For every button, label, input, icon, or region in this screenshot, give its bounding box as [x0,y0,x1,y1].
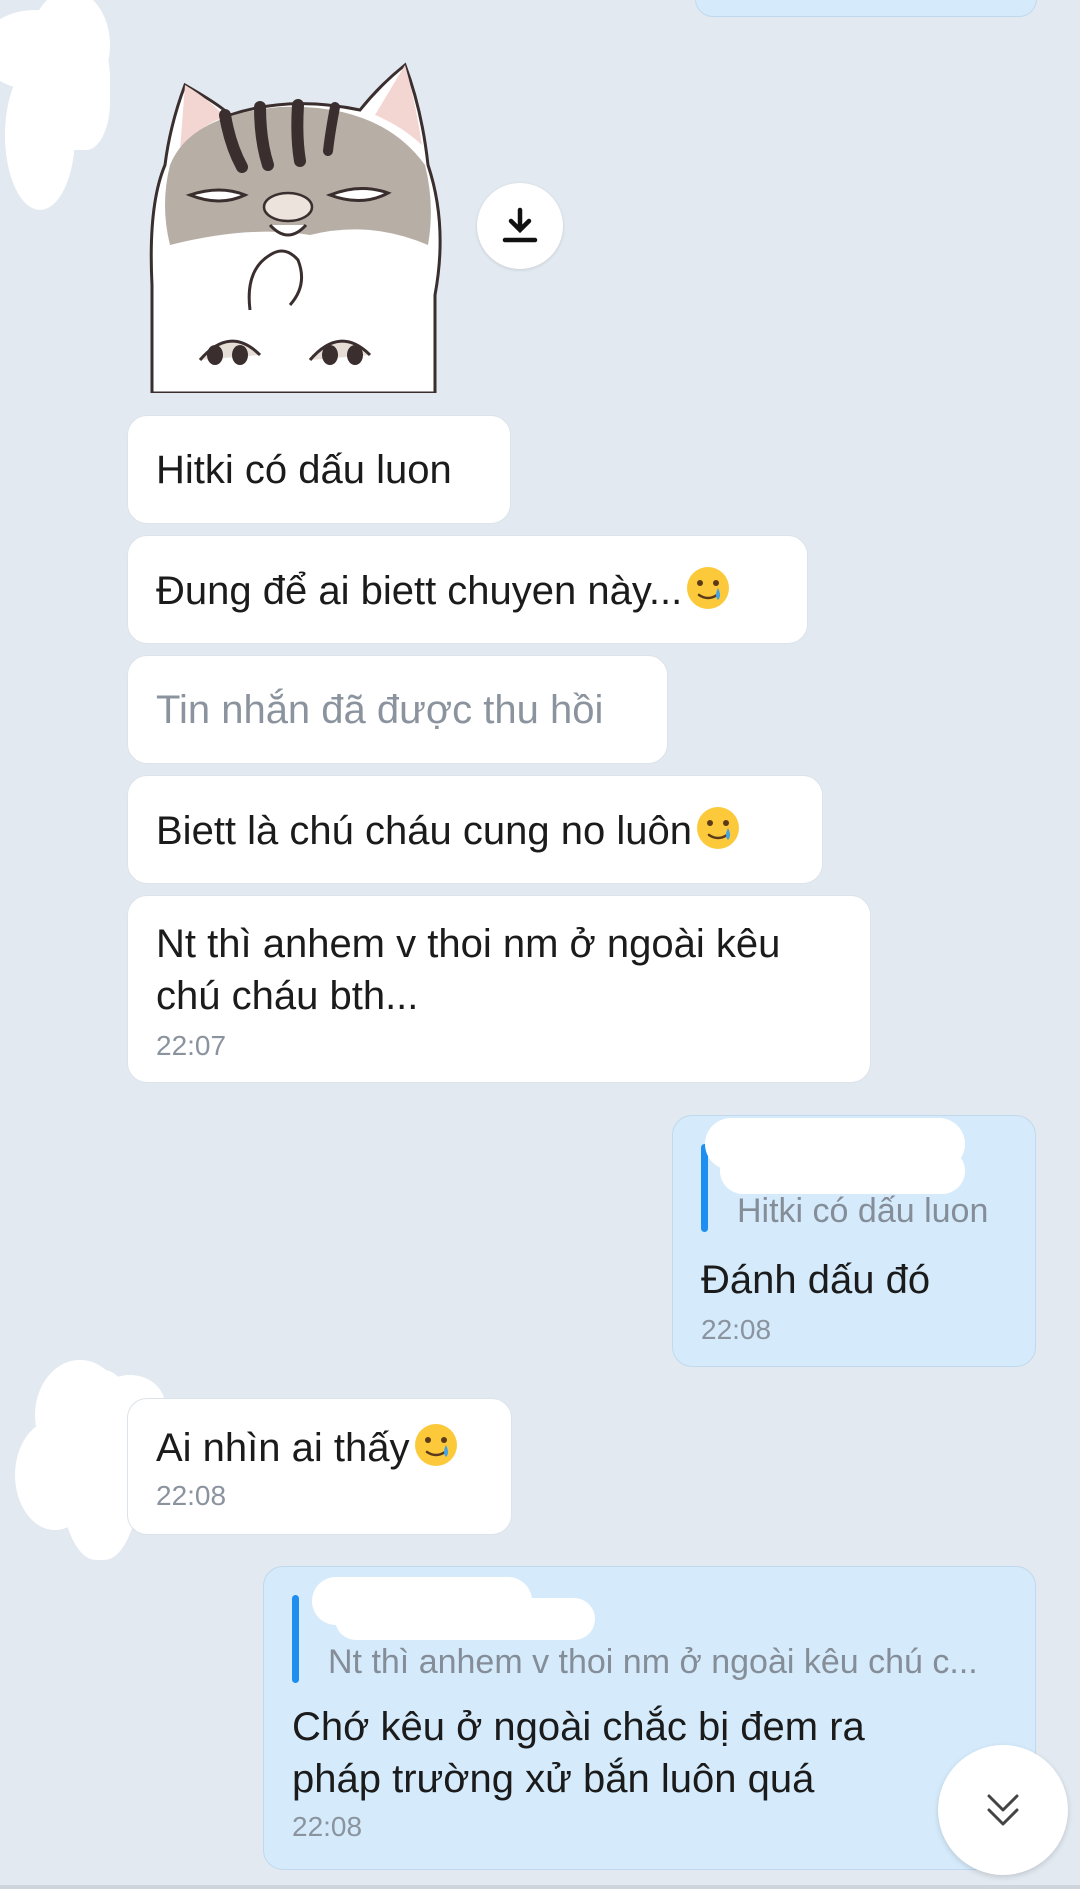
incoming-message[interactable]: Hitki có dấu luon [127,415,511,524]
message-text-line: Nt thì anhem v thoi nm ở ngoài kêu [156,922,781,966]
download-icon [502,207,538,243]
bottom-divider [0,1885,1080,1889]
message-text: Ai nhìn ai thấy [156,1421,483,1474]
recalled-message-text: Tin nhắn đã được thu hồi [156,688,604,732]
message-text: Đánh dấu đó [701,1258,931,1302]
message-timestamp: 22:07 [156,1030,227,1061]
recalled-message[interactable]: Tin nhắn đã được thu hồi [127,655,668,764]
quoted-text: Nt thì anhem v thoi nm ở ngoài kêu chú c… [328,1643,978,1681]
smiling-face-with-tear-emoji [696,807,739,849]
incoming-message[interactable]: Ai nhìn ai thấy 22:08 [127,1398,512,1535]
message-text-line: pháp trường xử bắn luôn quá [292,1757,815,1801]
quoted-text: Hitki có dấu luon [737,1192,989,1230]
message-timestamp: 22:08 [156,1480,227,1511]
quote-bar [292,1595,299,1683]
scroll-to-bottom-button[interactable] [938,1745,1068,1875]
smiling-face-with-tear-emoji [687,567,730,609]
incoming-message[interactable]: Nt thì anhem v thoi nm ở ngoài kêu chú c… [127,895,871,1083]
cat-sticker[interactable] [130,55,470,393]
previous-outgoing-bubble[interactable] [695,0,1037,17]
message-text-line: Chớ kêu ở ngoài chắc bị đem ra [292,1705,865,1749]
incoming-message[interactable]: Biett là chú cháu cung no luôn [127,775,823,884]
message-text: Đung để ai biett chuyen này... [156,564,779,617]
incoming-message[interactable]: Đung để ai biett chuyen này... [127,535,808,644]
quote-bar [701,1144,708,1232]
message-timestamp: 22:08 [701,1314,772,1345]
download-sticker-button[interactable] [477,183,563,269]
message-text: Hitki có dấu luon [156,448,452,492]
message-text: Biett là chú cháu cung no luôn [156,804,794,857]
message-timestamp: 22:08 [292,1811,363,1842]
double-chevron-down-icon [987,1794,1019,1826]
message-text-line: chú cháu bth... [156,974,419,1018]
smiling-face-with-tear-emoji [414,1424,457,1466]
